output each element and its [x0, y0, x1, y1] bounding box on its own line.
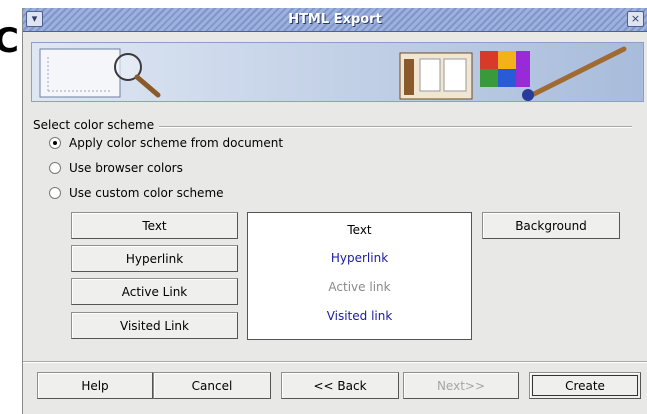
hyperlink-color-button[interactable]: Hyperlink	[71, 245, 238, 272]
radio-button[interactable]	[49, 187, 61, 199]
document-icon	[399, 52, 473, 100]
help-button[interactable]: Help	[37, 372, 153, 399]
text-color-button[interactable]: Text	[71, 212, 238, 239]
document-icon	[39, 48, 121, 98]
section-divider	[159, 126, 632, 128]
back-button[interactable]: << Back	[281, 372, 399, 399]
create-button[interactable]: Create	[529, 372, 641, 399]
color-preview-box: Text Hyperlink Active link Visited link	[247, 212, 472, 340]
radio-label: Apply color scheme from document	[69, 136, 284, 150]
html-export-dialog: ▾ HTML Export × Select color scheme Appl…	[22, 8, 647, 414]
partial-background-glyph: C	[0, 21, 19, 61]
preview-active-link: Active link	[328, 280, 391, 294]
background-color-button[interactable]: Background	[482, 212, 620, 239]
cancel-button[interactable]: Cancel	[153, 372, 271, 399]
header-banner	[31, 42, 644, 102]
preview-text: Text	[347, 223, 372, 237]
color-palette-icon	[480, 51, 530, 87]
close-icon[interactable]: ×	[627, 11, 644, 27]
preview-hyperlink: Hyperlink	[330, 251, 389, 265]
radio-label: Use custom color scheme	[69, 186, 224, 200]
color-scheme-section-label: Select color scheme	[33, 118, 155, 132]
active-link-color-button[interactable]: Active Link	[71, 278, 238, 305]
radio-label: Use browser colors	[69, 161, 183, 175]
radio-apply-document-scheme[interactable]: Apply color scheme from document	[49, 134, 283, 152]
preview-visited-link: Visited link	[326, 309, 393, 323]
next-button[interactable]: Next>>	[403, 372, 519, 399]
magnifier-icon	[114, 53, 161, 98]
radio-custom-scheme[interactable]: Use custom color scheme	[49, 184, 224, 202]
radio-button[interactable]	[49, 137, 61, 149]
radio-button[interactable]	[49, 162, 61, 174]
paintbrush-icon	[522, 46, 627, 101]
footer-divider	[23, 361, 647, 363]
title-bar[interactable]: ▾ HTML Export ×	[23, 8, 647, 32]
visited-link-color-button[interactable]: Visited Link	[71, 312, 238, 339]
dialog-title: HTML Export	[288, 12, 382, 27]
radio-browser-colors[interactable]: Use browser colors	[49, 159, 183, 177]
